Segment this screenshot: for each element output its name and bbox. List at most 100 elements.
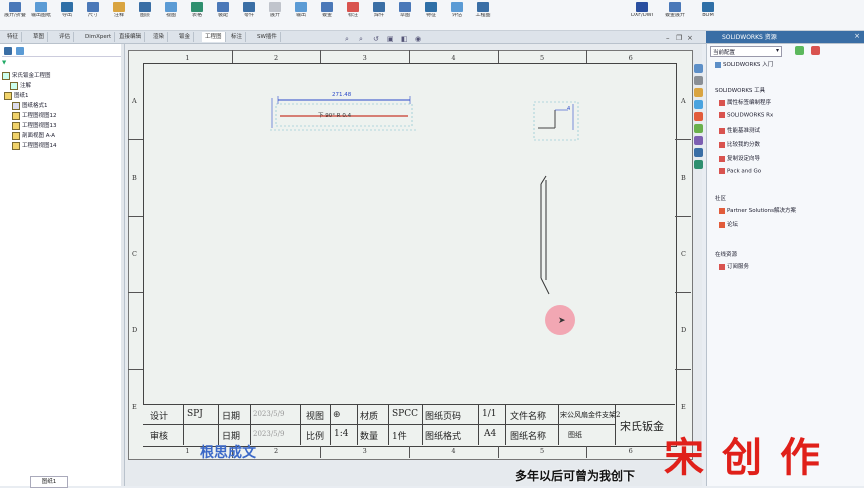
- zoom-area-icon[interactable]: ⌕: [359, 35, 363, 44]
- tree-item[interactable]: 图纸格式1: [12, 101, 48, 110]
- property-tab-icon[interactable]: [16, 47, 24, 55]
- tab-7[interactable]: 工程图: [202, 32, 226, 42]
- task-pane-link[interactable]: Pack and Go: [719, 168, 761, 175]
- toolbar-icon: [269, 2, 281, 12]
- toolbar-button-3[interactable]: 尺寸: [82, 1, 104, 29]
- display-style-icon[interactable]: ◧: [401, 35, 408, 43]
- tree-item-label: 图纸格式1: [22, 103, 48, 109]
- task-pane-link[interactable]: Partner Solutions解决方案: [719, 206, 796, 214]
- dim-text-top[interactable]: 271.48: [332, 92, 351, 98]
- toolbar-label: 标注: [347, 13, 358, 18]
- tab-5[interactable]: 渲染: [150, 32, 169, 42]
- close-window-icon[interactable]: ×: [687, 34, 693, 42]
- file-explorer-icon[interactable]: [694, 88, 703, 97]
- toolbar-button-11[interactable]: 输出: [290, 1, 312, 29]
- close-icon[interactable]: ×: [854, 32, 860, 40]
- toolbar-button-4[interactable]: 注释: [108, 1, 130, 29]
- task-pane-link[interactable]: SOLIDWORKS Rx: [719, 112, 773, 119]
- toolbar-button-6[interactable]: 视图: [160, 1, 182, 29]
- task-pane-link[interactable]: 属性标签编制程序: [719, 98, 771, 106]
- side-view-top[interactable]: [533, 101, 579, 141]
- toolbar-button-15[interactable]: 草图: [394, 1, 416, 29]
- toolbar-button-5[interactable]: 图层: [134, 1, 156, 29]
- tree-item[interactable]: 图纸1: [4, 91, 29, 100]
- resources-icon[interactable]: [694, 160, 703, 169]
- tab-9[interactable]: SW插件: [254, 32, 281, 42]
- toolbar-button-19[interactable]: DXF/DWG: [631, 1, 653, 29]
- toolbar-button-0[interactable]: 展开/折叠: [4, 1, 26, 29]
- dim-text-bend[interactable]: 下 90° R 0.4: [318, 111, 351, 119]
- tab-4[interactable]: 直接编辑: [116, 32, 146, 42]
- tree-item[interactable]: 注解: [10, 81, 31, 90]
- link-label: 订阅服务: [727, 264, 750, 270]
- toolbar-button-2[interactable]: 导出: [56, 1, 78, 29]
- view-palette-icon[interactable]: [694, 100, 703, 109]
- task-pane-link[interactable]: 性能基准测试: [719, 126, 760, 134]
- toolbar-button-13[interactable]: 标注: [342, 1, 364, 29]
- restore-icon[interactable]: ❐: [676, 34, 682, 42]
- zoom-icon[interactable]: ⌕: [345, 35, 349, 44]
- toolbar-button-16[interactable]: 特征: [420, 1, 442, 29]
- tree-item[interactable]: 工程图视图14: [12, 141, 57, 150]
- toolbar-button-9[interactable]: 零件: [238, 1, 260, 29]
- toolbar-button-12[interactable]: 钣金: [316, 1, 338, 29]
- toolbar-icon: [113, 2, 125, 12]
- tree-tab-icon[interactable]: [4, 47, 12, 55]
- toolbar-button-10[interactable]: 展开: [264, 1, 286, 29]
- toolbox-icon[interactable]: [694, 148, 703, 157]
- toolbar-button-18[interactable]: 工程图: [472, 1, 494, 29]
- appearances-icon[interactable]: [694, 112, 703, 121]
- toolbar-button-20[interactable]: 钣金展开: [664, 1, 686, 29]
- designer-value: SPJ: [187, 409, 203, 419]
- close-pane-icon[interactable]: [811, 46, 820, 55]
- previous-view-icon[interactable]: ↺: [373, 35, 379, 43]
- link-icon: [719, 263, 725, 270]
- toolbar-button-8[interactable]: 装配: [212, 1, 234, 29]
- view-orientation-icon[interactable]: ▣: [387, 35, 394, 43]
- dim-text-small[interactable]: 4: [567, 106, 570, 112]
- toolbar-label: 焊件: [373, 13, 384, 18]
- config-dropdown[interactable]: 当前配置 ▾: [710, 46, 782, 57]
- toolbar-button-17[interactable]: 评估: [446, 1, 468, 29]
- link-label: SOLIDWORKS Rx: [727, 112, 774, 119]
- minimize-icon[interactable]: –: [666, 34, 670, 42]
- drawing-views[interactable]: [250, 84, 680, 304]
- toolbar-button-7[interactable]: 表格: [186, 1, 208, 29]
- design-library-icon[interactable]: [694, 76, 703, 85]
- link-label: 论坛: [727, 222, 739, 228]
- toolbar-button-21[interactable]: BOM: [697, 1, 719, 29]
- toolbar-icon: [636, 2, 648, 12]
- tab-0[interactable]: 特征: [4, 32, 23, 42]
- filter-icon[interactable]: ▼: [2, 60, 6, 66]
- toolbar-label: 钣金展开: [664, 13, 685, 18]
- task-pane-link[interactable]: 订阅服务: [719, 262, 749, 270]
- solidworks-forum-icon[interactable]: [694, 136, 703, 145]
- task-pane-link[interactable]: 复制设定向导: [719, 154, 760, 162]
- tab-2[interactable]: 评估: [56, 32, 75, 42]
- tree-item[interactable]: 工程图视图13: [12, 121, 57, 130]
- tab-3[interactable]: DimXpert: [82, 32, 116, 42]
- tab-8[interactable]: 标注: [228, 32, 247, 42]
- view-settings-icon[interactable]: ◉: [415, 35, 421, 43]
- toolbar-button-1[interactable]: 输出图纸: [30, 1, 52, 29]
- zone-tick: [586, 50, 588, 63]
- toolbar-icon: [669, 2, 681, 12]
- tree-item[interactable]: 剖面视图 A-A: [12, 131, 55, 140]
- custom-properties-icon[interactable]: [694, 124, 703, 133]
- tree-item[interactable]: 工程图视图12: [12, 111, 57, 120]
- tab-6[interactable]: 钣金: [176, 32, 195, 42]
- home-tab-icon[interactable]: [694, 64, 703, 73]
- refresh-icon[interactable]: [795, 46, 804, 55]
- zone-col-label: 4: [451, 54, 456, 62]
- tree-root[interactable]: 宋氏钣金工程图: [2, 71, 51, 80]
- section-view[interactable]: [540, 175, 550, 295]
- tab-1[interactable]: 草图: [30, 32, 49, 42]
- section-edge-top: [540, 175, 547, 185]
- task-pane-link[interactable]: 比较我的分数: [719, 140, 760, 148]
- tree-scrollbar[interactable]: [121, 44, 124, 486]
- section-edge-bottom: [540, 277, 550, 295]
- toolbar-button-14[interactable]: 焊件: [368, 1, 390, 29]
- intro-link[interactable]: SOLIDWORKS 入门: [715, 60, 773, 68]
- sheet-tab[interactable]: 图纸1: [30, 476, 68, 488]
- task-pane-link[interactable]: 论坛: [719, 220, 738, 228]
